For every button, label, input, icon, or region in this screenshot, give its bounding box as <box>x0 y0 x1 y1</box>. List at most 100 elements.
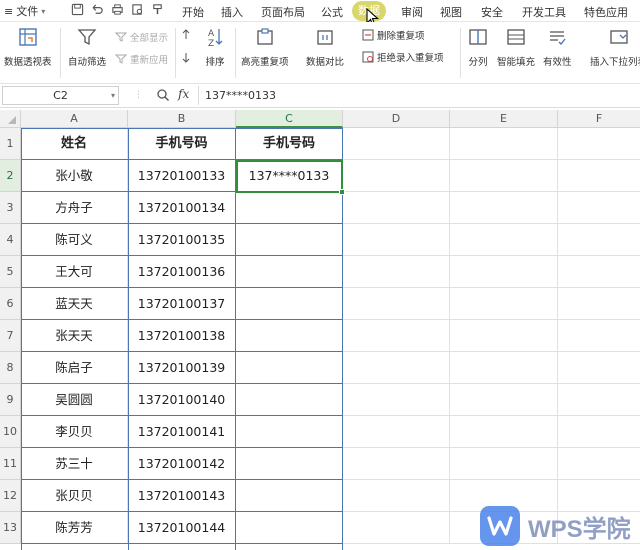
masked-phone-cell[interactable] <box>236 256 343 288</box>
empty-cell[interactable] <box>450 224 558 256</box>
column-header-a[interactable]: A <box>21 110 128 128</box>
empty-cell[interactable] <box>450 448 558 480</box>
name-cell[interactable]: 陈芳芳 <box>21 512 128 544</box>
column-header-d[interactable]: D <box>343 110 450 128</box>
name-cell[interactable]: 张贝贝 <box>21 480 128 512</box>
sort-button[interactable]: AZ 排序 <box>204 26 226 68</box>
tab-insert[interactable]: 插入 <box>221 4 243 20</box>
empty-cell[interactable] <box>343 160 450 192</box>
name-cell[interactable]: 张天天 <box>21 320 128 352</box>
empty-cell[interactable] <box>558 224 640 256</box>
print-preview-icon[interactable] <box>130 3 144 17</box>
empty-cell[interactable] <box>558 160 640 192</box>
row-header[interactable]: 6 <box>0 288 21 320</box>
phone-cell[interactable]: 13720100135 <box>128 224 236 256</box>
column-header-b[interactable]: B <box>128 110 236 128</box>
phone-cell[interactable]: 13720100136 <box>128 256 236 288</box>
empty-cell[interactable] <box>558 192 640 224</box>
save-icon[interactable] <box>70 3 84 17</box>
tab-home[interactable]: 开始 <box>182 4 204 20</box>
empty-cell[interactable] <box>343 352 450 384</box>
empty-cell[interactable] <box>450 288 558 320</box>
name-cell[interactable]: 李贝贝 <box>21 416 128 448</box>
empty-cell[interactable] <box>343 448 450 480</box>
empty-cell[interactable] <box>343 416 450 448</box>
name-cell[interactable]: 张小敬 <box>21 160 128 192</box>
empty-cell[interactable] <box>558 448 640 480</box>
row-header[interactable]: 13 <box>0 512 21 544</box>
empty-cell[interactable] <box>343 224 450 256</box>
empty-cell[interactable] <box>343 288 450 320</box>
empty-cell[interactable] <box>558 288 640 320</box>
reject-duplicates-button[interactable]: 拒绝录入重复项 <box>362 50 444 64</box>
tab-page-layout[interactable]: 页面布局 <box>261 4 305 20</box>
masked-phone-cell[interactable] <box>236 192 343 224</box>
auto-filter-button[interactable]: 自动筛选 <box>68 26 106 68</box>
masked-phone-cell[interactable] <box>236 448 343 480</box>
row-header[interactable]: 3 <box>0 192 21 224</box>
name-cell[interactable]: 陈启子 <box>21 352 128 384</box>
formula-input[interactable]: 137****0133 <box>198 86 640 105</box>
phone-cell[interactable]: 13720100133 <box>128 160 236 192</box>
show-all-button[interactable]: 全部显示 <box>115 30 168 44</box>
masked-phone-cell[interactable] <box>236 416 343 448</box>
row-header[interactable]: 8 <box>0 352 21 384</box>
undo-icon[interactable] <box>90 3 104 17</box>
zoom-icon[interactable] <box>156 88 170 102</box>
phone-cell[interactable]: 13720100138 <box>128 320 236 352</box>
name-cell[interactable]: 陈可义 <box>21 224 128 256</box>
phone-cell[interactable]: 13720100137 <box>128 288 236 320</box>
phone-cell[interactable]: 13720100134 <box>128 192 236 224</box>
file-menu[interactable]: ≡ 文件 ▾ <box>4 3 45 19</box>
masked-phone-cell[interactable] <box>236 288 343 320</box>
tab-review[interactable]: 审阅 <box>401 4 423 20</box>
empty-cell[interactable] <box>450 384 558 416</box>
phone-cell[interactable]: 13720100140 <box>128 384 236 416</box>
phone-cell[interactable]: 13720100142 <box>128 448 236 480</box>
row-header[interactable]: 9 <box>0 384 21 416</box>
phone-cell[interactable]: 13720100144 <box>128 512 236 544</box>
header-phone-cell[interactable]: 手机号码 <box>128 128 236 160</box>
empty-cell[interactable] <box>558 352 640 384</box>
masked-phone-cell[interactable] <box>236 384 343 416</box>
empty-cell[interactable] <box>450 352 558 384</box>
phone-cell[interactable]: 13720100139 <box>128 352 236 384</box>
row-header[interactable]: 7 <box>0 320 21 352</box>
empty-cell[interactable] <box>450 160 558 192</box>
column-header-c[interactable]: C <box>236 110 343 128</box>
drag-handle-icon[interactable]: ⋮ <box>134 90 143 100</box>
empty-cell[interactable] <box>558 128 640 160</box>
name-cell[interactable]: 方舟子 <box>21 192 128 224</box>
data-compare-button[interactable]: 数据对比 <box>306 26 344 68</box>
tab-formula[interactable]: 公式 <box>321 4 343 20</box>
empty-cell[interactable] <box>343 320 450 352</box>
header-phone-masked-cell[interactable]: 手机号码 <box>236 128 343 160</box>
masked-phone-cell[interactable] <box>236 352 343 384</box>
sort-desc-button[interactable] <box>180 52 192 64</box>
pivot-table-button[interactable]: 数据透视表 <box>4 26 52 68</box>
empty-cell[interactable] <box>450 192 558 224</box>
name-cell[interactable]: 苏三十 <box>21 448 128 480</box>
empty-cell[interactable] <box>343 512 450 544</box>
function-icon[interactable]: fx <box>178 87 189 101</box>
empty-cell[interactable] <box>343 384 450 416</box>
insert-dropdown-button[interactable]: 插入下拉列表 <box>590 26 640 68</box>
masked-phone-cell[interactable] <box>236 224 343 256</box>
phone-cell[interactable]: 13720100143 <box>128 480 236 512</box>
empty-cell[interactable] <box>450 416 558 448</box>
name-cell[interactable]: 蓝天天 <box>21 288 128 320</box>
empty-cell[interactable] <box>558 320 640 352</box>
masked-phone-cell[interactable] <box>236 512 343 544</box>
validity-button[interactable]: 有效性 <box>543 26 572 68</box>
tab-security[interactable]: 安全 <box>481 4 503 20</box>
row-header[interactable]: 1 <box>0 128 21 160</box>
name-cell[interactable]: 王大可 <box>21 256 128 288</box>
row-header[interactable]: 10 <box>0 416 21 448</box>
masked-phone-cell[interactable] <box>236 320 343 352</box>
select-all-corner[interactable] <box>0 110 21 128</box>
row-header[interactable]: 12 <box>0 480 21 512</box>
empty-cell[interactable] <box>343 256 450 288</box>
name-box[interactable]: C2 ▾ <box>2 86 119 105</box>
smart-fill-button[interactable]: 智能填充 <box>497 26 535 68</box>
print-icon[interactable] <box>110 3 124 17</box>
